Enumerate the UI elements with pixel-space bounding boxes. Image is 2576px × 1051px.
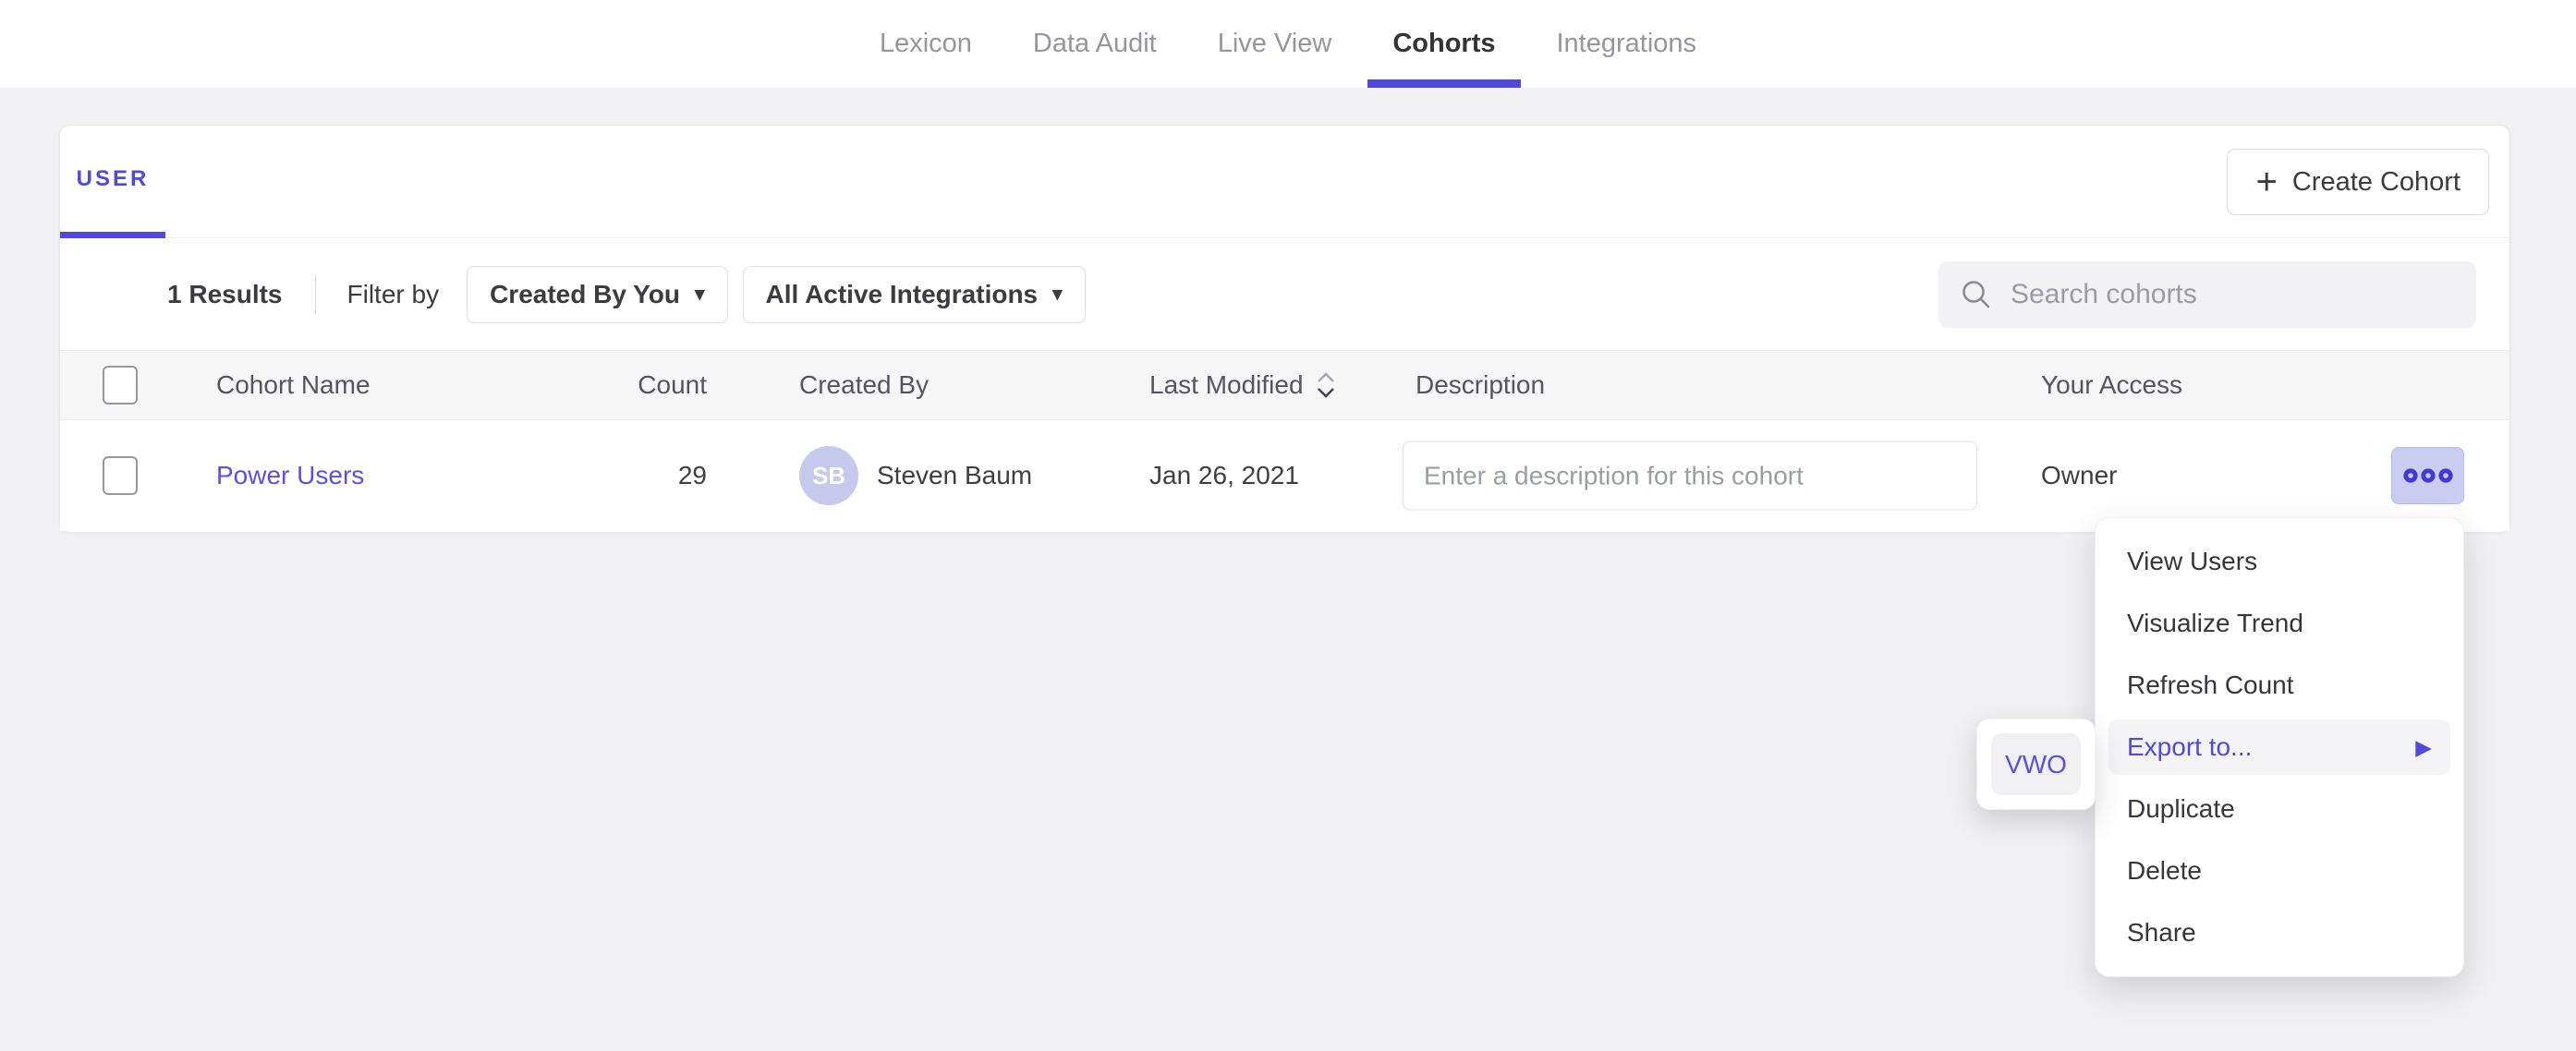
chevron-down-icon: ▾ (695, 283, 705, 306)
search-icon (1959, 277, 1994, 312)
search-box (1938, 261, 2476, 328)
cohort-name-link[interactable]: Power Users (216, 461, 364, 490)
card-tab-bar: USER + Create Cohort (60, 126, 2509, 238)
description-input[interactable] (1403, 441, 1977, 511)
results-count: 1 Results (167, 280, 283, 309)
menu-item-export-to[interactable]: Export to... ▶ (2108, 719, 2450, 776)
column-description: Description (1416, 370, 1545, 400)
column-your-access: Your Access (2041, 370, 2182, 400)
more-icon (2402, 465, 2454, 486)
divider (315, 275, 316, 314)
cohorts-card: USER + Create Cohort 1 Results Filter by… (59, 125, 2510, 533)
table-header: Cohort Name Count Created By Last Modifi… (60, 350, 2509, 420)
last-modified-cell: Jan 26, 2021 (1149, 461, 1299, 490)
nav-tab-cohorts[interactable]: Cohorts (1367, 0, 1520, 88)
column-last-modified-label: Last Modified (1149, 370, 1304, 400)
actions-cell (2391, 447, 2464, 504)
created-by-cell: SB Steven Baum (799, 446, 1032, 505)
submenu-arrow-icon: ▶ (2415, 735, 2432, 760)
created-by-dropdown[interactable]: Created By You ▾ (467, 266, 727, 323)
plus-icon: + (2255, 163, 2277, 200)
row-checkbox[interactable] (103, 456, 138, 495)
menu-item-visualize-trend[interactable]: Visualize Trend (2108, 593, 2450, 655)
tab-user[interactable]: USER (60, 126, 165, 238)
chevron-down-icon: ▾ (1052, 283, 1063, 306)
menu-item-duplicate[interactable]: Duplicate (2108, 778, 2450, 840)
top-nav: Lexicon Data Audit Live View Cohorts Int… (0, 0, 2576, 88)
avatar: SB (799, 446, 858, 505)
column-last-modified[interactable]: Last Modified (1149, 370, 1337, 400)
export-submenu: VWO (1976, 719, 2096, 810)
menu-item-share[interactable]: Share (2108, 901, 2450, 963)
select-all-checkbox[interactable] (103, 366, 138, 405)
created-by-dropdown-label: Created By You (490, 280, 680, 309)
access-value: Owner (2041, 461, 2117, 490)
menu-item-export-to-label: Export to... (2127, 732, 2252, 762)
menu-item-view-users[interactable]: View Users (2108, 531, 2450, 593)
nav-tab-lexicon[interactable]: Lexicon (855, 0, 997, 88)
column-count: Count (504, 370, 707, 400)
menu-item-delete[interactable]: Delete (2108, 840, 2450, 901)
integrations-dropdown-label: All Active Integrations (766, 280, 1039, 309)
menu-item-refresh-count[interactable]: Refresh Count (2108, 655, 2450, 717)
cohort-count: 29 (504, 461, 707, 490)
column-created-by: Created By (799, 370, 929, 400)
table-row: Power Users 29 SB Steven Baum Jan 26, 20… (60, 420, 2509, 531)
more-actions-button[interactable] (2391, 447, 2464, 504)
sort-icon (1315, 371, 1337, 399)
nav-tab-integrations[interactable]: Integrations (1532, 0, 1722, 88)
description-cell (1403, 441, 1977, 511)
integrations-dropdown[interactable]: All Active Integrations ▾ (743, 266, 1086, 323)
filter-bar: 1 Results Filter by Created By You ▾ All… (60, 238, 2509, 350)
create-cohort-button[interactable]: + Create Cohort (2227, 149, 2489, 215)
create-cohort-label: Create Cohort (2292, 167, 2461, 198)
created-by-name: Steven Baum (877, 461, 1032, 490)
nav-tab-data-audit[interactable]: Data Audit (1008, 0, 1182, 88)
row-context-menu: View Users Visualize Trend Refresh Count… (2095, 517, 2464, 977)
filter-by-label: Filter by (347, 280, 440, 309)
export-option-vwo[interactable]: VWO (1991, 733, 2081, 795)
nav-tab-live-view[interactable]: Live View (1193, 0, 1357, 88)
search-input[interactable] (2011, 279, 2456, 310)
column-cohort-name: Cohort Name (216, 370, 371, 400)
